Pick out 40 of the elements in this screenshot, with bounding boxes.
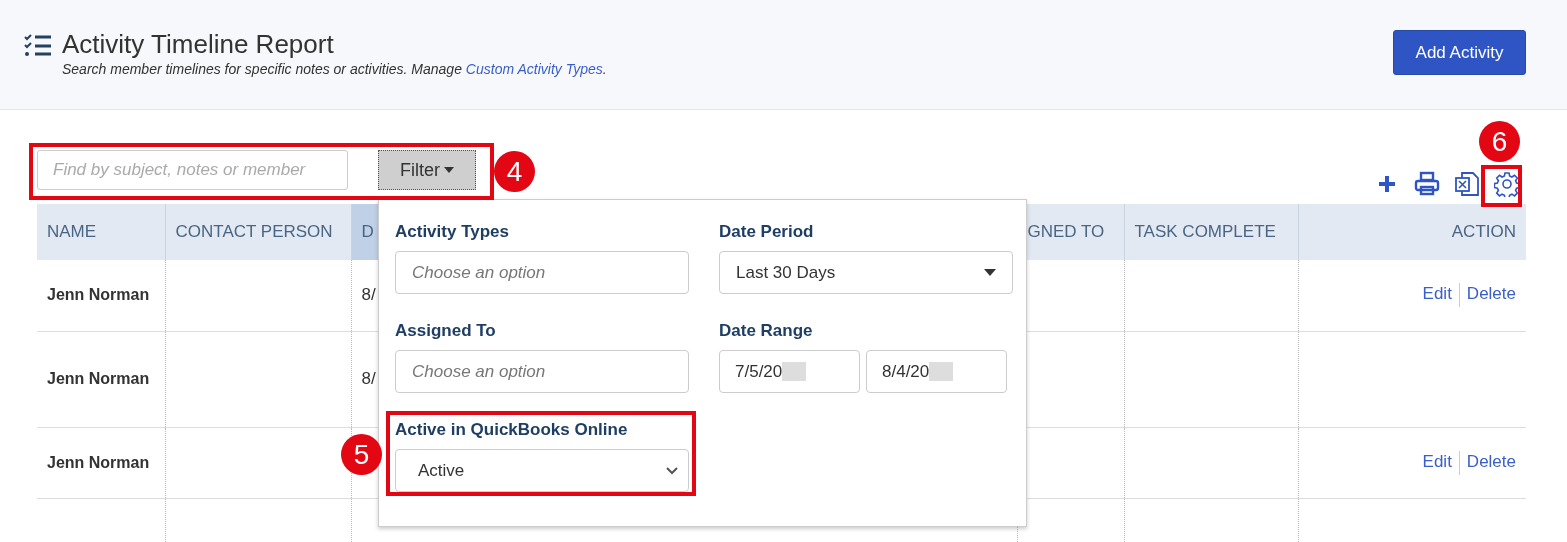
- caret-icon: [984, 269, 996, 276]
- step-badge: 5: [341, 434, 382, 475]
- highlight-frame: [1481, 165, 1522, 207]
- table-cell: Jenn Norman: [47, 453, 150, 471]
- field-label: Assigned To: [395, 321, 497, 341]
- delete-link[interactable]: Delete: [1466, 284, 1516, 304]
- step-badge: 4: [494, 151, 535, 192]
- chevron-icon: [666, 466, 678, 475]
- date-field[interactable]: 8/4/20: [866, 350, 1007, 393]
- page-title: Activity Timeline Report: [62, 28, 335, 60]
- date-field[interactable]: 7/5/20: [719, 350, 860, 393]
- edit-link[interactable]: Edit: [1422, 452, 1452, 471]
- checklist-icon: [24, 34, 52, 58]
- table-cell: 8/: [361, 285, 376, 305]
- filter-button[interactable]: Filter: [378, 150, 476, 190]
- search-field[interactable]: Find by subject, notes or member: [37, 150, 348, 190]
- edit-link[interactable]: Edit: [1422, 284, 1452, 304]
- column-header[interactable]: ACTION: [1451, 222, 1516, 241]
- select-field[interactable]: Active: [395, 449, 689, 492]
- add-activity-button[interactable]: Add Activity: [1393, 30, 1526, 75]
- column-header[interactable]: NAME: [47, 222, 97, 241]
- select-field[interactable]: Last 30 Days: [719, 251, 1013, 294]
- field-label: Activity Types: [395, 222, 510, 242]
- page-subtitle: Search member timelines for specific notes or activities. Manage Custom Activity Types.: [62, 61, 608, 77]
- spreadsheet-icon[interactable]: [1454, 171, 1480, 197]
- print-icon[interactable]: [1414, 171, 1440, 197]
- field-label: Active in QuickBooks Online: [395, 420, 629, 440]
- delete-link[interactable]: Delete: [1466, 452, 1516, 471]
- field-label: Date Period: [719, 222, 815, 242]
- custom-types-link[interactable]: Custom Activity Types: [465, 61, 603, 77]
- caret-icon: [444, 167, 454, 173]
- field-label: Date Range: [719, 321, 814, 341]
- select-field[interactable]: Choose an option: [395, 251, 689, 294]
- select-field[interactable]: Choose an option: [395, 350, 689, 393]
- settings-icon[interactable]: [1494, 171, 1520, 197]
- table-cell: 8/: [361, 369, 376, 388]
- step-badge: 6: [1479, 121, 1520, 162]
- table-cell: Jenn Norman: [47, 370, 150, 387]
- table-cell: Jenn Norman: [47, 286, 150, 304]
- column-header[interactable]: D: [361, 222, 374, 241]
